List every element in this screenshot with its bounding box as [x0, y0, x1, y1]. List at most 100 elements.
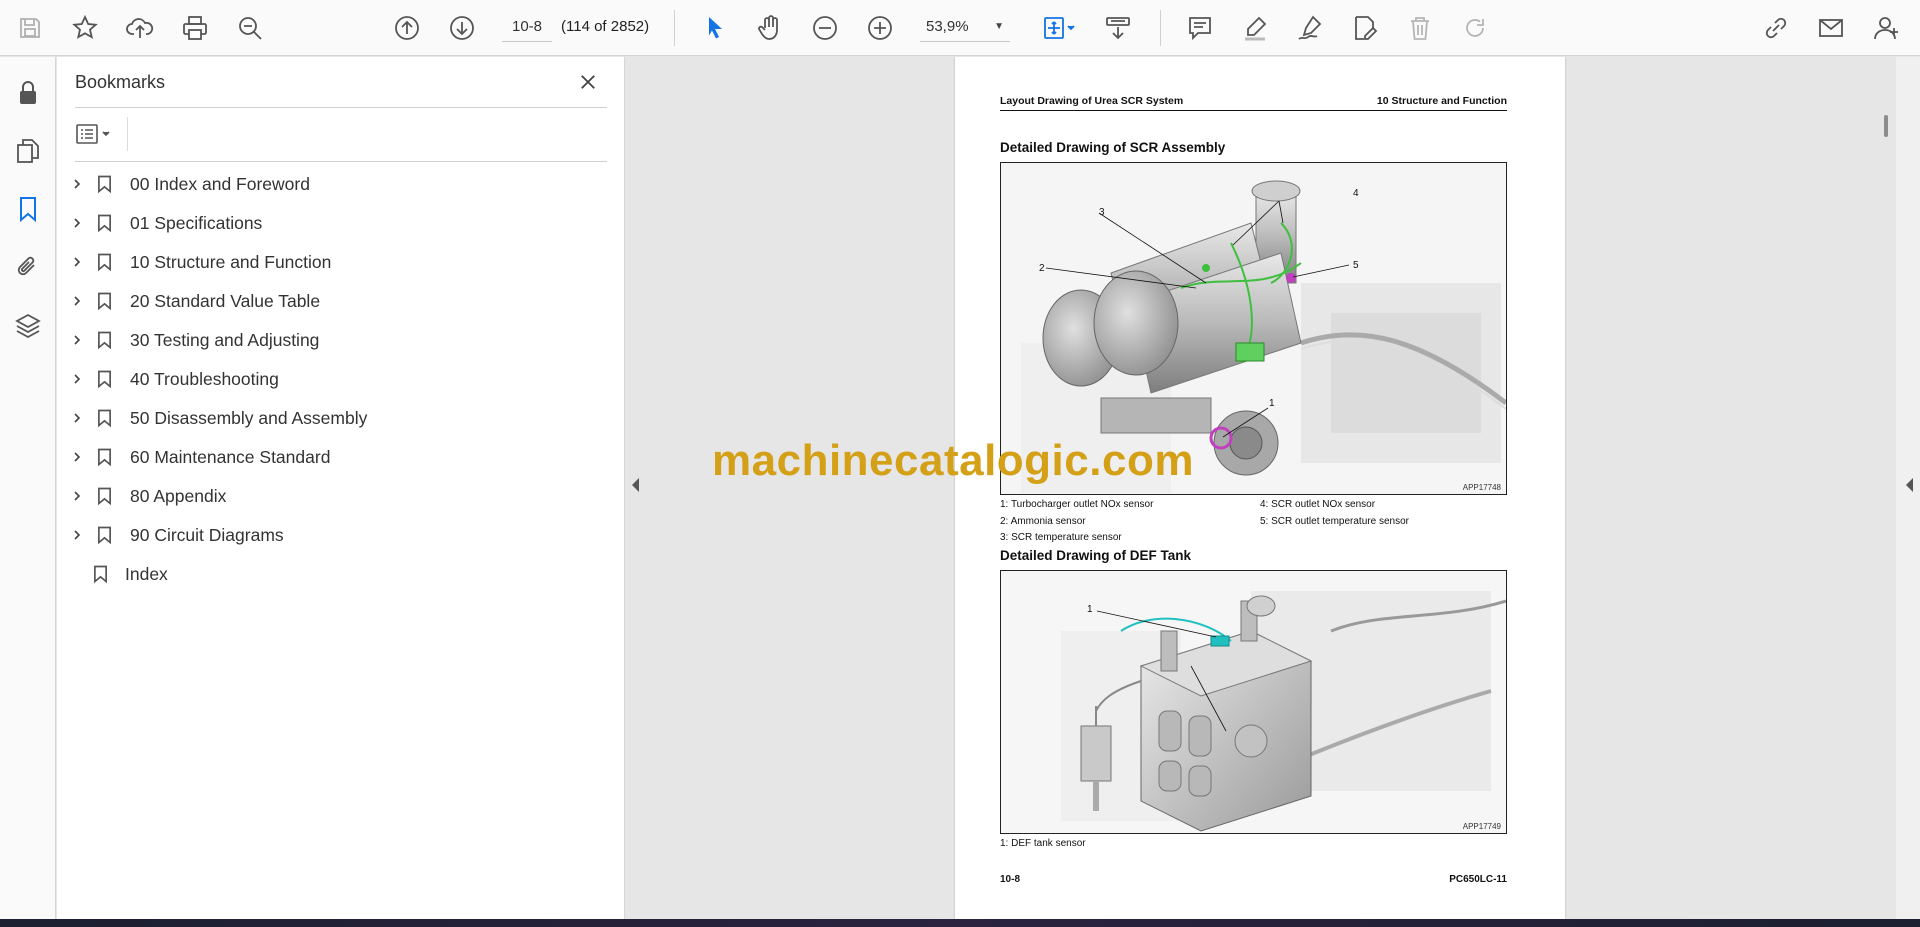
save-icon[interactable]: [12, 10, 48, 46]
navigation-rail: [0, 57, 56, 927]
figure-legend-item: 2: Ammonia sensor: [1000, 516, 1086, 527]
edit-sign-icon[interactable]: [1347, 10, 1383, 46]
os-taskbar-edge: [0, 919, 1920, 927]
bookmark-star-icon[interactable]: [67, 10, 103, 46]
redo-icon[interactable]: [1457, 10, 1493, 46]
document-viewport[interactable]: Layout Drawing of Urea SCR System 10 Str…: [648, 57, 1878, 919]
zoom-dropdown-icon: ▼: [994, 21, 1004, 32]
bookmark-label: 50 Disassembly and Assembly: [130, 407, 368, 428]
page-count-label: (114 of 2852): [561, 18, 650, 35]
comment-icon[interactable]: [1182, 10, 1218, 46]
chevron-right-icon[interactable]: [69, 488, 85, 504]
scroll-mode-icon[interactable]: [1100, 10, 1136, 46]
figure-legend-item: 1: Turbocharger outlet NOx sensor: [1000, 499, 1154, 510]
scrollbar-thumb[interactable]: [1884, 115, 1888, 137]
bookmark-item[interactable]: 50 Disassembly and Assembly: [57, 401, 617, 435]
zoom-out-icon[interactable]: [807, 10, 843, 46]
chevron-right-icon[interactable]: [69, 215, 85, 231]
bookmark-item[interactable]: 60 Maintenance Standard: [57, 440, 617, 474]
draw-icon[interactable]: [1292, 10, 1328, 46]
bookmark-item[interactable]: 40 Troubleshooting: [57, 362, 617, 396]
bookmark-flag-icon: [95, 290, 113, 312]
expand-right-panel-handle[interactable]: [1906, 478, 1913, 492]
right-panel-gutter: [1896, 57, 1920, 927]
zoom-in-icon[interactable]: [862, 10, 898, 46]
email-icon[interactable]: [1813, 10, 1849, 46]
bookmark-label: Index: [125, 563, 168, 584]
bookmark-item[interactable]: 80 Appendix: [57, 479, 617, 513]
chevron-right-icon[interactable]: [69, 449, 85, 465]
bookmark-flag-icon: [95, 173, 113, 195]
header-rule: [1000, 110, 1507, 111]
bookmark-flag-icon: [95, 251, 113, 273]
page-down-icon[interactable]: [444, 10, 480, 46]
collapse-panel-handle[interactable]: [632, 478, 639, 492]
vertical-scrollbar[interactable]: [1878, 57, 1896, 919]
chevron-right-icon[interactable]: [69, 293, 85, 309]
close-icon[interactable]: [573, 67, 603, 97]
chevron-right-icon[interactable]: [69, 527, 85, 543]
toolbar-divider: [1160, 10, 1161, 46]
watermark-text: machinecatalogic.com: [712, 436, 1194, 485]
chevron-right-icon[interactable]: [69, 332, 85, 348]
figure-callout: 1: [1087, 604, 1093, 615]
bookmark-item[interactable]: Index: [57, 557, 617, 591]
figure-legend-item: 1: DEF tank sensor: [1000, 838, 1086, 849]
def-tank-figure: 1 APP17749: [1000, 570, 1507, 834]
highlight-icon[interactable]: [1237, 10, 1273, 46]
chevron-right-icon[interactable]: [69, 371, 85, 387]
figure-callout: 3: [1099, 207, 1105, 218]
toolbar-divider: [674, 10, 675, 46]
figure-callout: 5: [1353, 260, 1359, 271]
layers-icon[interactable]: [10, 307, 46, 343]
bookmark-label: 10 Structure and Function: [130, 251, 332, 272]
bookmark-item[interactable]: 20 Standard Value Table: [57, 284, 617, 318]
account-icon[interactable]: [1868, 10, 1904, 46]
bookmark-label: 00 Index and Foreword: [130, 173, 310, 194]
page-number-input[interactable]: [502, 12, 552, 42]
hand-icon[interactable]: [752, 10, 788, 46]
chevron-right-icon[interactable]: [69, 176, 85, 192]
bookmarks-panel: Bookmarks 00 Index and Foreword 01 Speci…: [57, 57, 625, 927]
figure-legend-item: 4: SCR outlet NOx sensor: [1260, 499, 1376, 510]
bookmark-item[interactable]: 90 Circuit Diagrams: [57, 518, 617, 552]
chevron-right-icon[interactable]: [69, 410, 85, 426]
zoom-level-dropdown[interactable]: 53,9% ▼: [920, 12, 1010, 42]
bookmark-item[interactable]: 10 Structure and Function: [57, 245, 617, 279]
attachment-icon[interactable]: [10, 249, 46, 285]
bookmark-flag-icon: [95, 329, 113, 351]
fit-page-icon[interactable]: [1036, 10, 1082, 46]
panel-divider: [75, 107, 607, 108]
upload-icon[interactable]: [122, 10, 158, 46]
zoom-level-value: 53,9%: [926, 18, 969, 35]
bookmark-flag-icon: [95, 446, 113, 468]
options-divider: [127, 117, 128, 151]
bookmark-flag-icon: [95, 524, 113, 546]
bookmark-flag-icon: [95, 368, 113, 390]
bookmark-flag-icon: [91, 563, 109, 585]
bookmark-flag-icon: [95, 212, 113, 234]
section-title: Detailed Drawing of SCR Assembly: [1000, 140, 1226, 155]
lock-icon[interactable]: [10, 75, 46, 111]
pages-icon[interactable]: [10, 133, 46, 169]
share-link-icon[interactable]: [1758, 10, 1794, 46]
figure-callout: 4: [1353, 188, 1359, 199]
page-header-left: Layout Drawing of Urea SCR System: [1000, 95, 1184, 107]
def-tank-illustration: [1001, 571, 1506, 833]
bookmark-label: 30 Testing and Adjusting: [130, 329, 320, 350]
page-up-icon[interactable]: [389, 10, 425, 46]
chevron-right-icon[interactable]: [69, 254, 85, 270]
bookmark-label: 80 Appendix: [130, 485, 227, 506]
bookmark-icon[interactable]: [10, 191, 46, 227]
select-cursor-icon[interactable]: [697, 10, 733, 46]
print-icon[interactable]: [177, 10, 213, 46]
bookmark-item[interactable]: 01 Specifications: [57, 206, 617, 240]
pdf-reader-window: (114 of 2852) 53,9% ▼: [0, 0, 1920, 927]
bookmark-options-button[interactable]: [75, 119, 123, 149]
zoom-search-icon[interactable]: [232, 10, 268, 46]
bookmark-item[interactable]: 00 Index and Foreword: [57, 167, 617, 201]
bookmark-item[interactable]: 30 Testing and Adjusting: [57, 323, 617, 357]
bookmark-label: 20 Standard Value Table: [130, 290, 321, 311]
pdf-page: Layout Drawing of Urea SCR System 10 Str…: [955, 57, 1565, 919]
delete-icon[interactable]: [1402, 10, 1438, 46]
